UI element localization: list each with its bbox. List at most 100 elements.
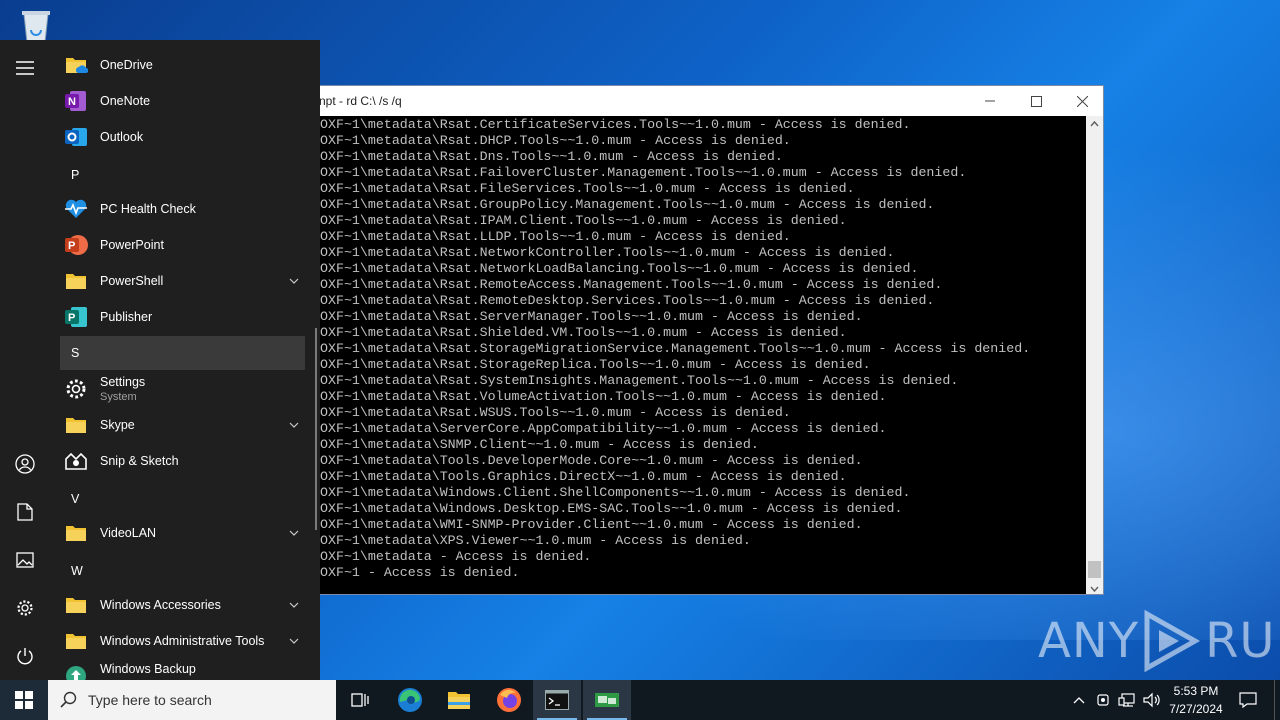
folder-icon: [64, 53, 89, 77]
letter-header-w[interactable]: W: [60, 554, 305, 588]
app-windows-accessories-folder[interactable]: Windows Accessories: [60, 587, 305, 623]
file-explorer-icon: [448, 692, 470, 709]
folder-icon: [64, 269, 88, 293]
chevron-down-icon[interactable]: [289, 420, 299, 430]
scroll-down-icon[interactable]: [1090, 584, 1099, 593]
hamburger-button[interactable]: [13, 56, 37, 80]
console-line: OXF~1\metadata\SNMP.Client~~1.0.mum - Ac…: [320, 437, 759, 452]
network-app-icon: [595, 693, 619, 707]
gear-icon: [17, 600, 33, 616]
close-icon: [1076, 95, 1088, 107]
clock-time[interactable]: 5:53 PM: [1164, 684, 1228, 698]
close-button[interactable]: [1059, 86, 1105, 116]
app-powershell-folder[interactable]: PowerShell: [60, 263, 305, 299]
firefox-button[interactable]: [485, 680, 533, 720]
backup-icon: [64, 664, 88, 680]
power-button[interactable]: [13, 644, 37, 668]
console-line: OXF~1\metadata\Rsat.StorageReplica.Tools…: [320, 357, 871, 372]
chevron-down-icon[interactable]: [289, 276, 299, 286]
device-tray-button[interactable]: [1092, 680, 1114, 720]
pictures-button[interactable]: [13, 548, 37, 572]
maximize-button[interactable]: [1013, 86, 1059, 116]
app-snip-sketch[interactable]: Snip & Sketch: [60, 443, 305, 479]
task-view-icon: [351, 693, 369, 707]
chevron-down-icon[interactable]: [289, 600, 299, 610]
console-line: OXF~1\metadata\Rsat.SystemInsights.Manag…: [320, 373, 959, 388]
minimize-button[interactable]: [967, 86, 1013, 116]
letter-header-s[interactable]: S: [60, 336, 305, 370]
console-line: OXF~1\metadata\Rsat.FailoverCluster.Mana…: [320, 165, 967, 180]
show-desktop-button[interactable]: [1274, 680, 1280, 720]
console-scroll-thumb[interactable]: [1088, 561, 1101, 578]
console-line: OXF~1\metadata\Rsat.RemoteDesktop.Servic…: [320, 293, 935, 308]
app-settings[interactable]: Settings System: [60, 371, 305, 407]
task-view-button[interactable]: [336, 680, 384, 720]
documents-button[interactable]: [13, 500, 37, 524]
edge-button[interactable]: [386, 680, 434, 720]
svg-text:P: P: [68, 240, 75, 252]
folder-icon: [64, 593, 88, 617]
network-tray-button[interactable]: [1115, 680, 1139, 720]
console-scrollbar[interactable]: [1086, 116, 1103, 594]
console-window[interactable]: npt - rd C:\ /s /q OXF~1\metadata\Rsat.C…: [276, 85, 1104, 595]
powerpoint-icon: P: [64, 233, 88, 257]
console-line: OXF~1\metadata\Rsat.LLDP.Tools~~1.0.mum …: [320, 229, 791, 244]
edge-icon: [398, 688, 422, 712]
search-box[interactable]: Type here to search: [48, 680, 336, 720]
outlook-icon: [64, 125, 88, 149]
settings-rail-button[interactable]: [13, 596, 37, 620]
search-icon: [60, 691, 77, 708]
app-outlook[interactable]: Outlook: [60, 119, 305, 155]
clock-date[interactable]: 7/27/2024: [1164, 702, 1228, 716]
action-center-button[interactable]: [1232, 680, 1264, 720]
app-list[interactable]: OneDrive N OneNote Outlook P PC Health C…: [60, 40, 310, 680]
settings-label: Settings: [100, 375, 146, 389]
console-titlebar[interactable]: npt - rd C:\ /s /q: [277, 86, 1103, 116]
account-button[interactable]: [13, 452, 37, 476]
pictures-icon: [16, 552, 34, 568]
app-videolan-folder[interactable]: VideoLAN: [60, 515, 305, 551]
console-line: OXF~1\metadata\Rsat.WSUS.Tools~~1.0.mum …: [320, 405, 791, 420]
console-output[interactable]: OXF~1\metadata\Rsat.CertificateServices.…: [277, 116, 1087, 594]
chevron-down-icon[interactable]: [289, 528, 299, 538]
network-app-button[interactable]: [583, 680, 631, 720]
svg-text:N: N: [68, 96, 76, 108]
user-icon: [15, 454, 35, 474]
scroll-up-icon[interactable]: [1090, 120, 1099, 129]
start-button[interactable]: [0, 680, 48, 720]
show-hidden-icons-button[interactable]: [1068, 680, 1090, 720]
onenote-icon: N: [64, 89, 88, 113]
app-skype-folder[interactable]: Skype: [60, 407, 305, 443]
anyrun-watermark: ANY RUN: [1038, 610, 1280, 672]
app-onenote[interactable]: N OneNote: [60, 83, 305, 119]
console-line: OXF~1\metadata\Rsat.Dns.Tools~~1.0.mum -…: [320, 149, 783, 164]
app-windows-backup[interactable]: Windows Backup: [60, 652, 305, 680]
folder-icon: [64, 629, 88, 653]
watermark-left: ANY: [1038, 613, 1140, 669]
publisher-icon: P: [64, 305, 88, 329]
letter-header-p[interactable]: P: [60, 158, 305, 192]
console-line: OXF~1\metadata - Access is denied.: [320, 549, 592, 564]
console-line: OXF~1\metadata\Rsat.VolumeActivation.Too…: [320, 389, 887, 404]
app-list-scrollbar[interactable]: [315, 328, 317, 530]
console-line: OXF~1\metadata\Tools.Graphics.DirectX~~1…: [320, 469, 847, 484]
svg-text:P: P: [68, 312, 75, 324]
chevron-down-icon[interactable]: [289, 636, 299, 646]
console-line: OXF~1\metadata\Rsat.Shielded.VM.Tools~~1…: [320, 325, 847, 340]
cmd-icon: [545, 690, 569, 710]
app-onedrive[interactable]: OneDrive: [60, 47, 305, 83]
console-line: OXF~1\metadata\Windows.Desktop.EMS-SAC.T…: [320, 501, 903, 516]
start-menu[interactable]: OneDrive N OneNote Outlook P PC Health C…: [0, 40, 320, 680]
volume-button[interactable]: [1140, 680, 1164, 720]
letter-header-v[interactable]: V: [60, 482, 305, 516]
app-powerpoint[interactable]: P PowerPoint: [60, 227, 305, 263]
app-pc-health-check[interactable]: PC Health Check: [60, 191, 305, 227]
recycle-bin-icon[interactable]: [16, 8, 56, 44]
app-publisher[interactable]: P Publisher: [60, 299, 305, 335]
taskbar: Type here to search 5:53 PM 7/27/2024: [0, 680, 1280, 720]
maximize-icon: [1030, 95, 1042, 107]
console-line: OXF~1\metadata\Windows.Client.ShellCompo…: [320, 485, 911, 500]
firefox-icon: [497, 688, 521, 712]
file-explorer-button[interactable]: [435, 680, 483, 720]
cmd-taskbar-button[interactable]: [533, 680, 581, 720]
